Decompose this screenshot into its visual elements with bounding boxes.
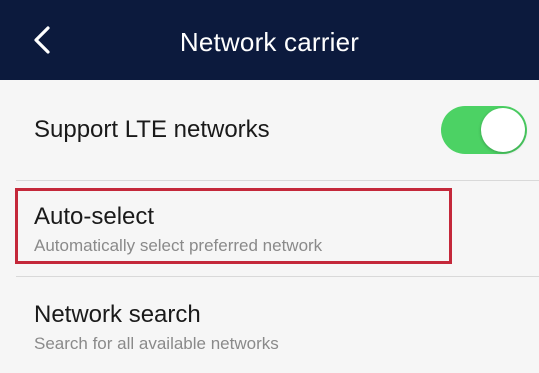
auto-select-label: Auto-select <box>34 203 155 230</box>
network-search-description: Search for all available networks <box>34 334 279 353</box>
toggle-knob <box>481 108 525 152</box>
network-search-label: Network search <box>34 301 201 328</box>
auto-select-description: Automatically select preferred network <box>34 236 323 255</box>
lte-setting-row: Support LTE networks <box>0 80 539 180</box>
page-title: Network carrier <box>179 27 360 57</box>
network-search-row[interactable]: Network search Search for all available … <box>0 277 539 373</box>
auto-select-row[interactable]: Auto-select Automatically select preferr… <box>0 181 539 276</box>
app-header: Network carrier <box>0 0 539 80</box>
lte-toggle-switch[interactable] <box>441 106 527 154</box>
lte-setting-label: Support LTE networks <box>34 116 270 143</box>
